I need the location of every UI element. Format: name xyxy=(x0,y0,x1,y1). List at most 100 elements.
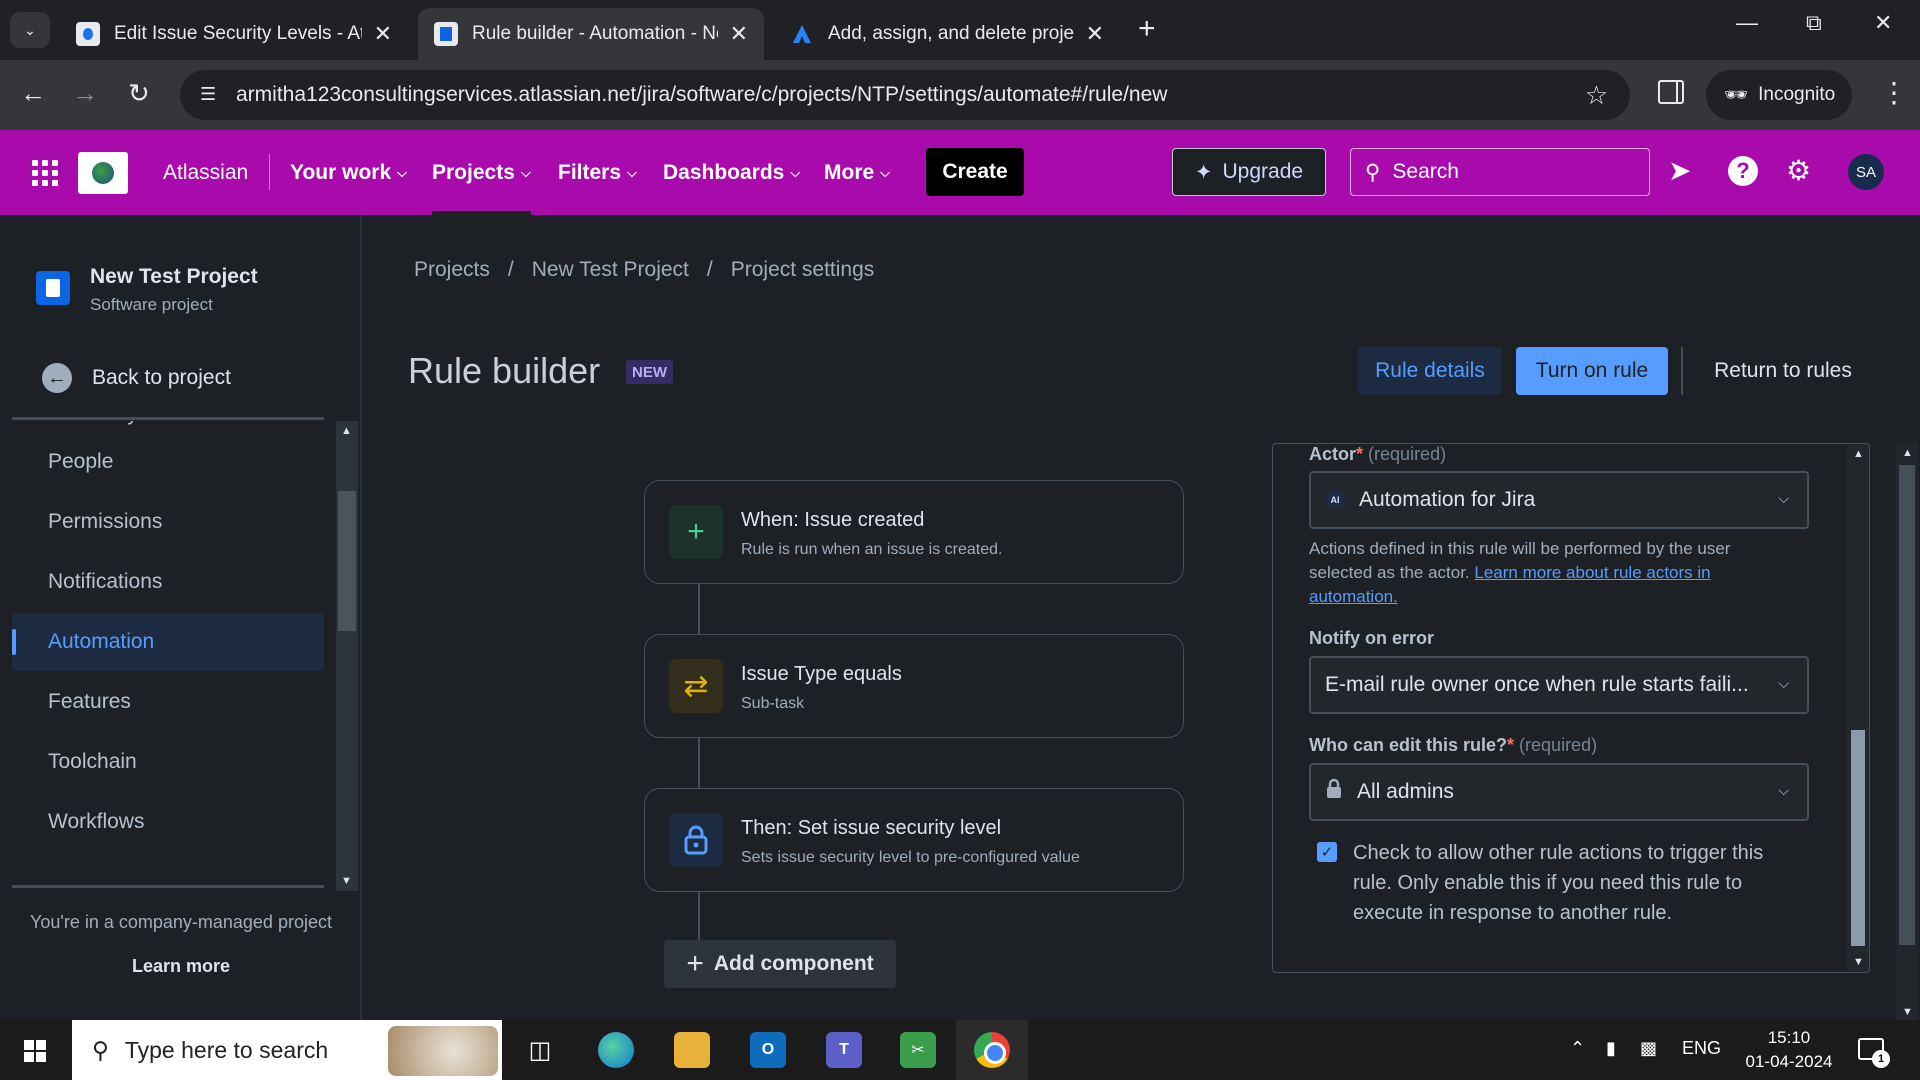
scroll-down-arrow-icon[interactable]: ▼ xyxy=(1853,956,1864,968)
breadcrumb: Projects / New Test Project / Project se… xyxy=(414,258,874,282)
action-card[interactable]: Then: Set issue security level Sets issu… xyxy=(644,788,1184,892)
component-subtitle: Rule is run when an issue is created. xyxy=(741,541,1003,558)
side-panel-icon[interactable] xyxy=(1658,80,1684,104)
forward-arrow-icon[interactable]: → xyxy=(72,78,98,109)
show-hidden-icons-chevron-up-icon[interactable]: ⌃ xyxy=(1570,1038,1585,1059)
flow-connector xyxy=(698,737,700,789)
sidebar-item-workflows[interactable]: Workflows xyxy=(12,793,324,851)
teams-icon[interactable]: T xyxy=(826,1032,862,1068)
page-scrollbar[interactable]: ▲ ▼ xyxy=(1896,443,1918,1020)
notify-on-error-select[interactable]: E-mail rule owner once when rule starts … xyxy=(1309,656,1809,714)
reload-icon[interactable]: ↻ xyxy=(128,78,150,109)
help-icon[interactable]: ? xyxy=(1728,156,1758,186)
scrollbar-thumb[interactable] xyxy=(1851,730,1865,946)
nav-more[interactable]: More ⌵ xyxy=(824,130,890,215)
breadcrumb-projects[interactable]: Projects xyxy=(414,258,490,282)
learn-more-link[interactable]: Learn more xyxy=(0,956,362,977)
incognito-label: Incognito xyxy=(1758,84,1836,105)
file-explorer-icon[interactable] xyxy=(674,1032,710,1068)
system-clock[interactable]: 15:10 01-04-2024 xyxy=(1734,1026,1844,1074)
trigger-card[interactable]: + When: Issue created Rule is run when a… xyxy=(644,480,1184,584)
address-bar[interactable]: ☰ armitha123consultingservices.atlassian… xyxy=(180,70,1630,120)
breadcrumb-project[interactable]: New Test Project xyxy=(532,258,689,282)
scrollbar-thumb[interactable] xyxy=(338,491,356,631)
scroll-down-arrow-icon[interactable]: ▼ xyxy=(341,875,352,887)
scroll-up-arrow-icon[interactable]: ▲ xyxy=(1853,448,1864,460)
browser-tab-strip: ⌄ Edit Issue Security Levels - Atlassian… xyxy=(0,0,1920,60)
sidebar-scrollbar[interactable]: ▲ ▼ xyxy=(336,421,358,891)
browser-menu-icon[interactable]: ⋮ xyxy=(1880,76,1908,109)
project-name: New Test Project xyxy=(90,265,258,288)
back-to-project-link[interactable]: ← Back to project xyxy=(42,363,231,393)
notifications-megaphone-icon[interactable]: ➤ xyxy=(1668,154,1691,187)
site-logo[interactable] xyxy=(78,152,128,194)
language-indicator[interactable]: ENG xyxy=(1682,1038,1721,1059)
brand-link[interactable]: Atlassian xyxy=(163,130,248,215)
incognito-indicator[interactable]: 🕶 Incognito xyxy=(1706,70,1852,120)
outlook-icon[interactable]: O xyxy=(750,1032,786,1068)
close-icon[interactable]: ✕ xyxy=(1086,21,1104,47)
sidebar-item-people[interactable]: People xyxy=(12,433,324,491)
browser-tab-rule-builder[interactable]: Rule builder - Automation - New Test Pro… xyxy=(418,8,764,60)
close-icon[interactable]: ✕ xyxy=(374,21,392,47)
windows-start-icon[interactable] xyxy=(24,1040,46,1062)
app-switcher-icon[interactable] xyxy=(32,160,58,186)
actor-label: Actor* (required) xyxy=(1309,444,1446,465)
chrome-icon[interactable] xyxy=(974,1032,1010,1068)
edge-browser-icon[interactable] xyxy=(598,1032,634,1068)
new-tab-icon[interactable]: + xyxy=(1138,12,1156,46)
breadcrumb-settings[interactable]: Project settings xyxy=(731,258,875,282)
notify-label: Notify on error xyxy=(1309,628,1435,648)
scroll-up-arrow-icon[interactable]: ▲ xyxy=(1902,447,1913,459)
return-to-rules-button[interactable]: Return to rules xyxy=(1696,347,1870,395)
rule-details-button[interactable]: Rule details xyxy=(1358,347,1502,395)
network-icon[interactable]: ▩ xyxy=(1640,1038,1657,1059)
window-close-icon[interactable]: ✕ xyxy=(1874,10,1892,36)
nav-filters[interactable]: Filters ⌵ xyxy=(558,130,637,215)
nav-label: Your work xyxy=(290,160,392,184)
new-badge: NEW xyxy=(626,360,673,384)
browser-tab-add-assign[interactable]: Add, assign, and delete project ✕ xyxy=(774,8,1120,60)
restore-icon[interactable]: ⧉ xyxy=(1806,10,1822,36)
who-can-edit-select[interactable]: All admins ⌵ xyxy=(1309,763,1809,821)
sidebar-item-features[interactable]: Features xyxy=(12,673,324,731)
component-title: When: Issue created xyxy=(741,509,925,531)
nav-your-work[interactable]: Your work ⌵ xyxy=(290,130,407,215)
sidebar-item-notifications[interactable]: Notifications xyxy=(12,553,324,611)
search-input[interactable]: ⚲ Search xyxy=(1350,148,1650,196)
battery-icon[interactable]: ▮ xyxy=(1606,1038,1616,1059)
add-component-button[interactable]: + Add component xyxy=(664,940,896,988)
panel-scrollbar[interactable]: ▲ ▼ xyxy=(1847,444,1869,972)
settings-gear-icon[interactable]: ⚙ xyxy=(1786,154,1811,187)
scrollbar-thumb[interactable] xyxy=(1899,465,1915,945)
scroll-up-arrow-icon[interactable]: ▲ xyxy=(341,425,352,437)
site-settings-icon[interactable]: ☰ xyxy=(200,84,216,105)
nav-dashboards[interactable]: Dashboards ⌵ xyxy=(663,130,800,215)
snipping-tool-icon[interactable]: ✂ xyxy=(900,1032,936,1068)
close-icon[interactable]: ✕ xyxy=(730,21,748,47)
nav-label: Filters xyxy=(558,160,622,184)
actor-value: Automation for Jira xyxy=(1359,488,1536,511)
allow-trigger-checkbox[interactable]: ✓ xyxy=(1317,842,1337,862)
allow-trigger-checkbox-row[interactable]: ✓ Check to allow other rule actions to t… xyxy=(1317,838,1797,928)
tab-search-dropdown[interactable]: ⌄ xyxy=(10,12,50,48)
minimize-icon[interactable]: — xyxy=(1736,10,1758,36)
back-arrow-icon[interactable]: ← xyxy=(20,78,46,109)
bookmark-star-icon[interactable]: ☆ xyxy=(1585,80,1608,111)
create-button[interactable]: Create xyxy=(926,148,1024,196)
clock-time: 15:10 xyxy=(1767,1028,1811,1047)
scroll-down-arrow-icon[interactable]: ▼ xyxy=(1902,1006,1913,1018)
nav-projects[interactable]: Projects ⌵ xyxy=(432,130,531,215)
upgrade-button[interactable]: ✦ Upgrade xyxy=(1172,148,1326,196)
project-avatar-icon xyxy=(36,271,70,305)
task-view-icon[interactable]: ◫ xyxy=(522,1032,558,1068)
actor-select[interactable]: AI Automation for Jira ⌵ xyxy=(1309,471,1809,529)
sidebar-item-permissions[interactable]: Permissions xyxy=(12,493,324,551)
turn-on-rule-button[interactable]: Turn on rule xyxy=(1516,347,1668,395)
condition-card[interactable]: ⇄ Issue Type equals Sub-task xyxy=(644,634,1184,738)
sidebar-item-toolchain[interactable]: Toolchain xyxy=(12,733,324,791)
user-avatar[interactable]: SA xyxy=(1848,154,1884,190)
sidebar-item-automation[interactable]: Automation xyxy=(12,613,324,671)
taskbar-search-input[interactable]: ⚲ Type here to search xyxy=(72,1020,502,1080)
browser-tab-edit-security[interactable]: Edit Issue Security Levels - Atlassian ✕ xyxy=(60,8,408,60)
